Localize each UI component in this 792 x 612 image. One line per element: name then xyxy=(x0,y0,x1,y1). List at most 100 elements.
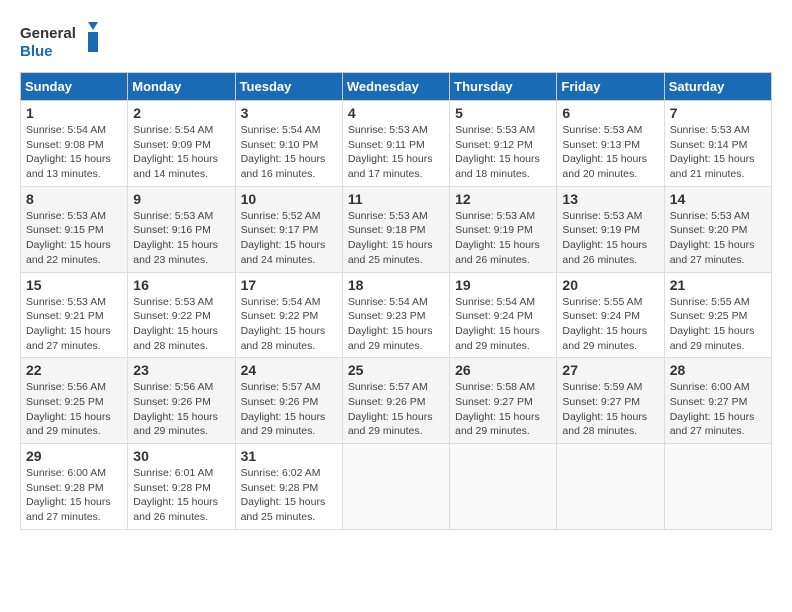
day-info: Sunrise: 6:01 AMSunset: 9:28 PMDaylight:… xyxy=(133,466,229,525)
calendar-cell: 11 Sunrise: 5:53 AMSunset: 9:18 PMDayligh… xyxy=(342,186,449,272)
calendar-cell: 7 Sunrise: 5:53 AMSunset: 9:14 PMDaylight… xyxy=(664,101,771,187)
day-info: Sunrise: 5:53 AMSunset: 9:16 PMDaylight:… xyxy=(133,209,229,268)
day-info: Sunrise: 5:54 AMSunset: 9:09 PMDaylight:… xyxy=(133,123,229,182)
day-info: Sunrise: 5:53 AMSunset: 9:20 PMDaylight:… xyxy=(670,209,766,268)
calendar-cell xyxy=(342,444,449,530)
day-info: Sunrise: 5:55 AMSunset: 9:24 PMDaylight:… xyxy=(562,295,658,354)
page-header: General Blue xyxy=(20,20,772,62)
calendar-cell: 22Sunrise: 5:56 AMSunset: 9:25 PMDayligh… xyxy=(21,358,128,444)
day-info: Sunrise: 5:59 AMSunset: 9:27 PMDaylight:… xyxy=(562,380,658,439)
day-info: Sunrise: 5:53 AMSunset: 9:22 PMDaylight:… xyxy=(133,295,229,354)
calendar-week-row: 8Sunrise: 5:53 AMSunset: 9:15 PMDaylight… xyxy=(21,186,772,272)
day-info: Sunrise: 5:53 AMSunset: 9:13 PMDaylight:… xyxy=(562,123,658,182)
calendar-cell: 8Sunrise: 5:53 AMSunset: 9:15 PMDaylight… xyxy=(21,186,128,272)
calendar-cell: 18 Sunrise: 5:54 AMSunset: 9:23 PMDayligh… xyxy=(342,272,449,358)
calendar-cell: 28 Sunrise: 6:00 AMSunset: 9:27 PMDayligh… xyxy=(664,358,771,444)
calendar-cell xyxy=(450,444,557,530)
header-friday: Friday xyxy=(557,73,664,101)
day-number: 20 xyxy=(562,277,658,293)
day-info: Sunrise: 6:00 AMSunset: 9:27 PMDaylight:… xyxy=(670,380,766,439)
calendar-cell: 6Sunrise: 5:53 AMSunset: 9:13 PMDaylight… xyxy=(557,101,664,187)
day-number: 5 xyxy=(455,105,551,121)
day-info: Sunrise: 5:53 AMSunset: 9:15 PMDaylight:… xyxy=(26,209,122,268)
day-info: Sunrise: 5:54 AMSunset: 9:23 PMDaylight:… xyxy=(348,295,444,354)
header-monday: Monday xyxy=(128,73,235,101)
calendar-cell: 13 Sunrise: 5:53 AMSunset: 9:19 PMDayligh… xyxy=(557,186,664,272)
calendar-cell: 24Sunrise: 5:57 AMSunset: 9:26 PMDayligh… xyxy=(235,358,342,444)
day-number: 3 xyxy=(241,105,337,121)
svg-text:Blue: Blue xyxy=(20,43,53,60)
day-number: 15 xyxy=(26,277,122,293)
day-number: 25 xyxy=(348,362,444,378)
calendar-table: SundayMondayTuesdayWednesdayThursdayFrid… xyxy=(20,72,772,530)
calendar-cell: 1 Sunrise: 5:54 AMSunset: 9:08 PMDaylight… xyxy=(21,101,128,187)
calendar-cell: 29Sunrise: 6:00 AMSunset: 9:28 PMDayligh… xyxy=(21,444,128,530)
calendar-cell: 9 Sunrise: 5:53 AMSunset: 9:16 PMDaylight… xyxy=(128,186,235,272)
header-wednesday: Wednesday xyxy=(342,73,449,101)
day-number: 30 xyxy=(133,448,229,464)
calendar-week-row: 29Sunrise: 6:00 AMSunset: 9:28 PMDayligh… xyxy=(21,444,772,530)
day-info: Sunrise: 5:53 AMSunset: 9:21 PMDaylight:… xyxy=(26,295,122,354)
day-info: Sunrise: 5:52 AMSunset: 9:17 PMDaylight:… xyxy=(241,209,337,268)
logo: General Blue xyxy=(20,20,110,62)
svg-text:General: General xyxy=(20,25,76,42)
calendar-week-row: 15 Sunrise: 5:53 AMSunset: 9:21 PMDayligh… xyxy=(21,272,772,358)
calendar-cell xyxy=(664,444,771,530)
header-tuesday: Tuesday xyxy=(235,73,342,101)
header-saturday: Saturday xyxy=(664,73,771,101)
calendar-header-row: SundayMondayTuesdayWednesdayThursdayFrid… xyxy=(21,73,772,101)
day-number: 10 xyxy=(241,191,337,207)
day-info: Sunrise: 5:53 AMSunset: 9:14 PMDaylight:… xyxy=(670,123,766,182)
day-number: 26 xyxy=(455,362,551,378)
day-number: 4 xyxy=(348,105,444,121)
calendar-cell: 16Sunrise: 5:53 AMSunset: 9:22 PMDayligh… xyxy=(128,272,235,358)
calendar-cell: 2 Sunrise: 5:54 AMSunset: 9:09 PMDaylight… xyxy=(128,101,235,187)
day-number: 28 xyxy=(670,362,766,378)
calendar-cell: 27Sunrise: 5:59 AMSunset: 9:27 PMDayligh… xyxy=(557,358,664,444)
calendar-cell: 17 Sunrise: 5:54 AMSunset: 9:22 PMDayligh… xyxy=(235,272,342,358)
day-info: Sunrise: 6:00 AMSunset: 9:28 PMDaylight:… xyxy=(26,466,122,525)
calendar-week-row: 22Sunrise: 5:56 AMSunset: 9:25 PMDayligh… xyxy=(21,358,772,444)
calendar-cell: 14 Sunrise: 5:53 AMSunset: 9:20 PMDayligh… xyxy=(664,186,771,272)
day-info: Sunrise: 5:55 AMSunset: 9:25 PMDaylight:… xyxy=(670,295,766,354)
calendar-cell: 20 Sunrise: 5:55 AMSunset: 9:24 PMDayligh… xyxy=(557,272,664,358)
day-number: 18 xyxy=(348,277,444,293)
day-info: Sunrise: 5:53 AMSunset: 9:19 PMDaylight:… xyxy=(455,209,551,268)
calendar-cell: 19 Sunrise: 5:54 AMSunset: 9:24 PMDayligh… xyxy=(450,272,557,358)
logo-icon: General Blue xyxy=(20,20,110,62)
day-info: Sunrise: 5:53 AMSunset: 9:11 PMDaylight:… xyxy=(348,123,444,182)
day-number: 2 xyxy=(133,105,229,121)
day-info: Sunrise: 6:02 AMSunset: 9:28 PMDaylight:… xyxy=(241,466,337,525)
day-number: 14 xyxy=(670,191,766,207)
day-number: 23 xyxy=(133,362,229,378)
calendar-cell: 15 Sunrise: 5:53 AMSunset: 9:21 PMDayligh… xyxy=(21,272,128,358)
day-number: 11 xyxy=(348,191,444,207)
day-info: Sunrise: 5:57 AMSunset: 9:26 PMDaylight:… xyxy=(241,380,337,439)
day-number: 17 xyxy=(241,277,337,293)
calendar-cell: 10 Sunrise: 5:52 AMSunset: 9:17 PMDayligh… xyxy=(235,186,342,272)
day-info: Sunrise: 5:54 AMSunset: 9:08 PMDaylight:… xyxy=(26,123,122,182)
day-info: Sunrise: 5:53 AMSunset: 9:12 PMDaylight:… xyxy=(455,123,551,182)
day-number: 13 xyxy=(562,191,658,207)
day-number: 12 xyxy=(455,191,551,207)
day-number: 7 xyxy=(670,105,766,121)
day-number: 22 xyxy=(26,362,122,378)
day-info: Sunrise: 5:53 AMSunset: 9:19 PMDaylight:… xyxy=(562,209,658,268)
calendar-cell: 5 Sunrise: 5:53 AMSunset: 9:12 PMDaylight… xyxy=(450,101,557,187)
day-info: Sunrise: 5:56 AMSunset: 9:26 PMDaylight:… xyxy=(133,380,229,439)
day-number: 9 xyxy=(133,191,229,207)
day-info: Sunrise: 5:54 AMSunset: 9:10 PMDaylight:… xyxy=(241,123,337,182)
day-number: 1 xyxy=(26,105,122,121)
header-thursday: Thursday xyxy=(450,73,557,101)
day-number: 21 xyxy=(670,277,766,293)
calendar-cell: 21 Sunrise: 5:55 AMSunset: 9:25 PMDayligh… xyxy=(664,272,771,358)
day-info: Sunrise: 5:53 AMSunset: 9:18 PMDaylight:… xyxy=(348,209,444,268)
day-number: 19 xyxy=(455,277,551,293)
calendar-cell: 31Sunrise: 6:02 AMSunset: 9:28 PMDayligh… xyxy=(235,444,342,530)
day-info: Sunrise: 5:54 AMSunset: 9:22 PMDaylight:… xyxy=(241,295,337,354)
header-sunday: Sunday xyxy=(21,73,128,101)
calendar-cell: 3 Sunrise: 5:54 AMSunset: 9:10 PMDaylight… xyxy=(235,101,342,187)
day-info: Sunrise: 5:54 AMSunset: 9:24 PMDaylight:… xyxy=(455,295,551,354)
calendar-cell xyxy=(557,444,664,530)
calendar-cell: 25Sunrise: 5:57 AMSunset: 9:26 PMDayligh… xyxy=(342,358,449,444)
